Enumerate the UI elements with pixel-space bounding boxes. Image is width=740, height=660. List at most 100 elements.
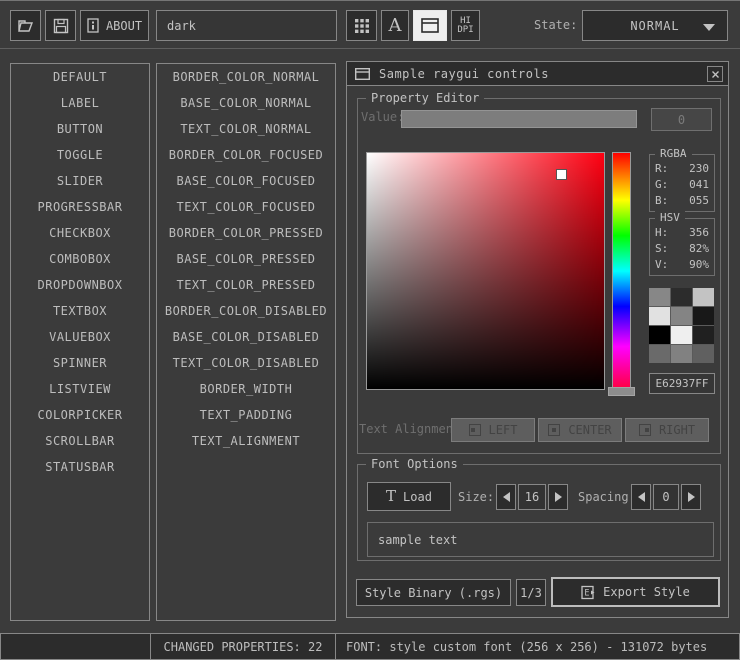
font-spacing-label: Spacing: <box>578 490 636 504</box>
hue-bar[interactable] <box>612 152 631 390</box>
color-swatch[interactable] <box>671 288 692 306</box>
style-name-input[interactable]: dark <box>156 10 337 41</box>
svg-text:E: E <box>585 588 590 598</box>
controls-list-item[interactable]: SCROLLBAR <box>11 428 149 454</box>
controls-list-item[interactable]: LISTVIEW <box>11 376 149 402</box>
toolbar: ABOUT dark A HI DPI State: NORMAL <box>0 1 740 49</box>
color-picker-selector-handle[interactable] <box>557 170 566 179</box>
font-view-button[interactable]: A <box>381 10 409 41</box>
export-style-button[interactable]: E Export Style <box>551 577 720 607</box>
controls-list-item[interactable]: COLORPICKER <box>11 402 149 428</box>
controls-list-item[interactable]: DEFAULT <box>11 64 149 90</box>
controls-list-item[interactable]: TOGGLE <box>11 142 149 168</box>
properties-list-item[interactable]: BORDER_COLOR_NORMAL <box>157 64 335 90</box>
controls-list-item[interactable]: PROGRESSBAR <box>11 194 149 220</box>
color-swatch[interactable] <box>693 307 714 325</box>
info-icon <box>87 18 99 33</box>
properties-list-item[interactable]: TEXT_ALIGNMENT <box>157 428 335 454</box>
state-label: State: <box>534 18 577 32</box>
state-dropdown-value: NORMAL <box>630 19 679 33</box>
controls-list-item[interactable]: CHECKBOX <box>11 220 149 246</box>
export-style-label: Export Style <box>603 585 690 599</box>
open-file-button[interactable] <box>10 10 41 41</box>
s-label: S: <box>655 241 668 257</box>
controls-listview[interactable]: DEFAULTLABELBUTTONTOGGLESLIDERPROGRESSBA… <box>10 63 150 621</box>
controls-list-item[interactable]: BUTTON <box>11 116 149 142</box>
state-dropdown[interactable]: NORMAL <box>582 10 728 41</box>
r-value: 230 <box>689 161 709 177</box>
properties-list-item[interactable]: TEXT_COLOR_DISABLED <box>157 350 335 376</box>
controls-view-button[interactable] <box>413 10 447 41</box>
controls-list-item[interactable]: LABEL <box>11 90 149 116</box>
style-table-button[interactable] <box>346 10 377 41</box>
controls-list-item[interactable]: VALUEBOX <box>11 324 149 350</box>
sample-text-input[interactable]: sample text <box>367 522 714 557</box>
color-swatch[interactable] <box>649 345 670 363</box>
export-icon: E <box>581 585 596 600</box>
controls-list-item[interactable]: DROPDOWNBOX <box>11 272 149 298</box>
color-swatch[interactable] <box>671 345 692 363</box>
align-left-toggle[interactable]: LEFT <box>451 418 535 442</box>
statusbar: CHANGED PROPERTIES: 22 FONT: style custo… <box>0 633 740 660</box>
properties-list-item[interactable]: BORDER_WIDTH <box>157 376 335 402</box>
hidpi-button[interactable]: HI DPI <box>451 10 480 41</box>
font-spacing-valuebox[interactable]: 0 <box>653 484 679 510</box>
font-size-decrement-button[interactable] <box>496 484 516 510</box>
b-label: B: <box>655 193 668 209</box>
style-binary-label: Style Binary (.rgs) <box>365 586 502 600</box>
about-button[interactable]: ABOUT <box>80 10 149 41</box>
color-swatch[interactable] <box>693 326 714 344</box>
hex-color-value: E62937FF <box>656 377 709 390</box>
font-spacing-decrement-button[interactable] <box>631 484 651 510</box>
properties-list-item[interactable]: BASE_COLOR_DISABLED <box>157 324 335 350</box>
style-binary-button[interactable]: Style Binary (.rgs) <box>356 579 511 606</box>
font-load-button[interactable]: T Load <box>367 482 451 511</box>
align-center-toggle[interactable]: CENTER <box>538 418 622 442</box>
export-pages-button[interactable]: 1/3 <box>516 579 546 606</box>
style-color-swatches[interactable] <box>649 288 714 363</box>
b-value: 055 <box>689 193 709 209</box>
properties-list-item[interactable]: BASE_COLOR_FOCUSED <box>157 168 335 194</box>
font-info-text: FONT: style custom font (256 x 256) - 13… <box>346 640 707 654</box>
align-right-label: RIGHT <box>659 423 695 437</box>
controls-list-item[interactable]: SPINNER <box>11 350 149 376</box>
properties-list-item[interactable]: TEXT_COLOR_FOCUSED <box>157 194 335 220</box>
properties-list-item[interactable]: BORDER_COLOR_PRESSED <box>157 220 335 246</box>
hex-color-textbox[interactable]: E62937FF <box>649 373 715 394</box>
properties-list-item[interactable]: BORDER_COLOR_DISABLED <box>157 298 335 324</box>
color-swatch[interactable] <box>649 307 670 325</box>
font-size-increment-button[interactable] <box>548 484 568 510</box>
controls-list-item[interactable]: TEXTBOX <box>11 298 149 324</box>
align-right-toggle[interactable]: RIGHT <box>625 418 709 442</box>
window-title: Sample raygui controls <box>379 67 549 81</box>
v-value: 90% <box>689 257 709 273</box>
color-swatch[interactable] <box>649 326 670 344</box>
color-swatch[interactable] <box>693 345 714 363</box>
controls-list-item[interactable]: STATUSBAR <box>11 454 149 480</box>
value-valuebox[interactable]: 0 <box>651 108 712 131</box>
font-size-valuebox[interactable]: 16 <box>518 484 546 510</box>
properties-list-item[interactable]: BASE_COLOR_NORMAL <box>157 90 335 116</box>
controls-list-item[interactable]: COMBOBOX <box>11 246 149 272</box>
window-close-button[interactable] <box>707 66 723 82</box>
properties-list-item[interactable]: BORDER_COLOR_FOCUSED <box>157 142 335 168</box>
color-swatch[interactable] <box>671 326 692 344</box>
save-file-button[interactable] <box>45 10 76 41</box>
align-center-label: CENTER <box>568 423 611 437</box>
properties-listview[interactable]: BORDER_COLOR_NORMALBASE_COLOR_NORMALTEXT… <box>156 63 336 621</box>
hue-slider-handle[interactable] <box>608 387 635 396</box>
properties-list-item[interactable]: TEXT_COLOR_PRESSED <box>157 272 335 298</box>
color-swatch[interactable] <box>671 307 692 325</box>
color-swatch[interactable] <box>693 288 714 306</box>
g-label: G: <box>655 177 668 193</box>
properties-list-item[interactable]: TEXT_PADDING <box>157 402 335 428</box>
properties-list-item[interactable]: TEXT_COLOR_NORMAL <box>157 116 335 142</box>
font-size-value: 16 <box>525 490 539 504</box>
font-spacing-increment-button[interactable] <box>681 484 701 510</box>
properties-list-item[interactable]: BASE_COLOR_PRESSED <box>157 246 335 272</box>
controls-list-item[interactable]: SLIDER <box>11 168 149 194</box>
window-titlebar[interactable]: Sample raygui controls <box>347 62 728 86</box>
color-swatch[interactable] <box>649 288 670 306</box>
value-slider[interactable] <box>401 110 637 128</box>
color-picker-sv-panel[interactable] <box>366 152 605 390</box>
